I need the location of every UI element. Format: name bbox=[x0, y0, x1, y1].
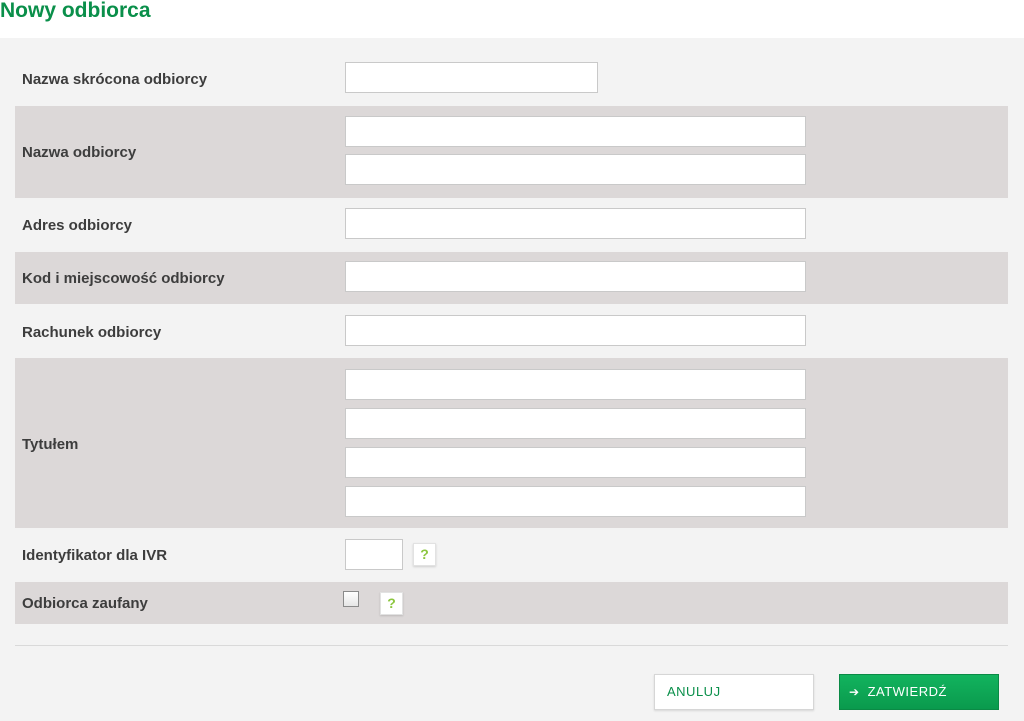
row-transfer-title: Tytułem bbox=[15, 358, 1008, 528]
postal-city-input[interactable] bbox=[345, 261, 806, 292]
address-input[interactable] bbox=[345, 208, 806, 239]
recipient-form: Nazwa skrócona odbiorcy Nazwa odbiorcy A… bbox=[0, 38, 1024, 721]
transfer-title-input-3[interactable] bbox=[345, 447, 806, 478]
form-divider bbox=[15, 645, 1008, 646]
ivr-help-icon[interactable]: ? bbox=[413, 543, 436, 566]
transfer-title-input-4[interactable] bbox=[345, 486, 806, 517]
account-label: Rachunek odbiorcy bbox=[22, 324, 162, 341]
row-trusted: Odbiorca zaufany ? bbox=[15, 582, 1008, 624]
cancel-button[interactable]: ANULUJ bbox=[654, 674, 814, 710]
page-title: Nowy odbiorca bbox=[0, 0, 151, 22]
short-name-input[interactable] bbox=[345, 62, 598, 93]
confirm-button-label: ZATWIERDŹ bbox=[867, 684, 947, 699]
short-name-label: Nazwa skrócona odbiorcy bbox=[22, 71, 208, 88]
row-postal-city: Kod i miejscowość odbiorcy bbox=[15, 252, 1008, 304]
ivr-id-input[interactable] bbox=[345, 539, 403, 570]
row-short-name: Nazwa skrócona odbiorcy bbox=[15, 55, 1008, 104]
transfer-title-input-2[interactable] bbox=[345, 408, 806, 439]
transfer-title-label: Tytułem bbox=[22, 436, 79, 453]
row-address: Adres odbiorcy bbox=[15, 198, 1008, 252]
account-input[interactable] bbox=[345, 315, 806, 346]
postal-city-label: Kod i miejscowość odbiorcy bbox=[22, 270, 225, 287]
transfer-title-input-1[interactable] bbox=[345, 369, 806, 400]
row-account: Rachunek odbiorcy bbox=[15, 304, 1008, 358]
arrow-right-icon: ➔ bbox=[849, 685, 860, 699]
confirm-button[interactable]: ➔ ZATWIERDŹ bbox=[839, 674, 999, 710]
trusted-label: Odbiorca zaufany bbox=[22, 595, 148, 612]
trusted-help-icon[interactable]: ? bbox=[380, 592, 403, 615]
ivr-id-label: Identyfikator dla IVR bbox=[22, 547, 168, 564]
cancel-button-label: ANULUJ bbox=[667, 684, 721, 699]
address-label: Adres odbiorcy bbox=[22, 217, 133, 234]
row-recipient-name: Nazwa odbiorcy bbox=[15, 106, 1008, 198]
recipient-name-input-1[interactable] bbox=[345, 116, 806, 147]
trusted-checkbox[interactable] bbox=[343, 591, 359, 607]
recipient-name-label: Nazwa odbiorcy bbox=[22, 144, 137, 161]
recipient-name-input-2[interactable] bbox=[345, 154, 806, 185]
row-ivr-id: Identyfikator dla IVR ? bbox=[15, 528, 1008, 582]
